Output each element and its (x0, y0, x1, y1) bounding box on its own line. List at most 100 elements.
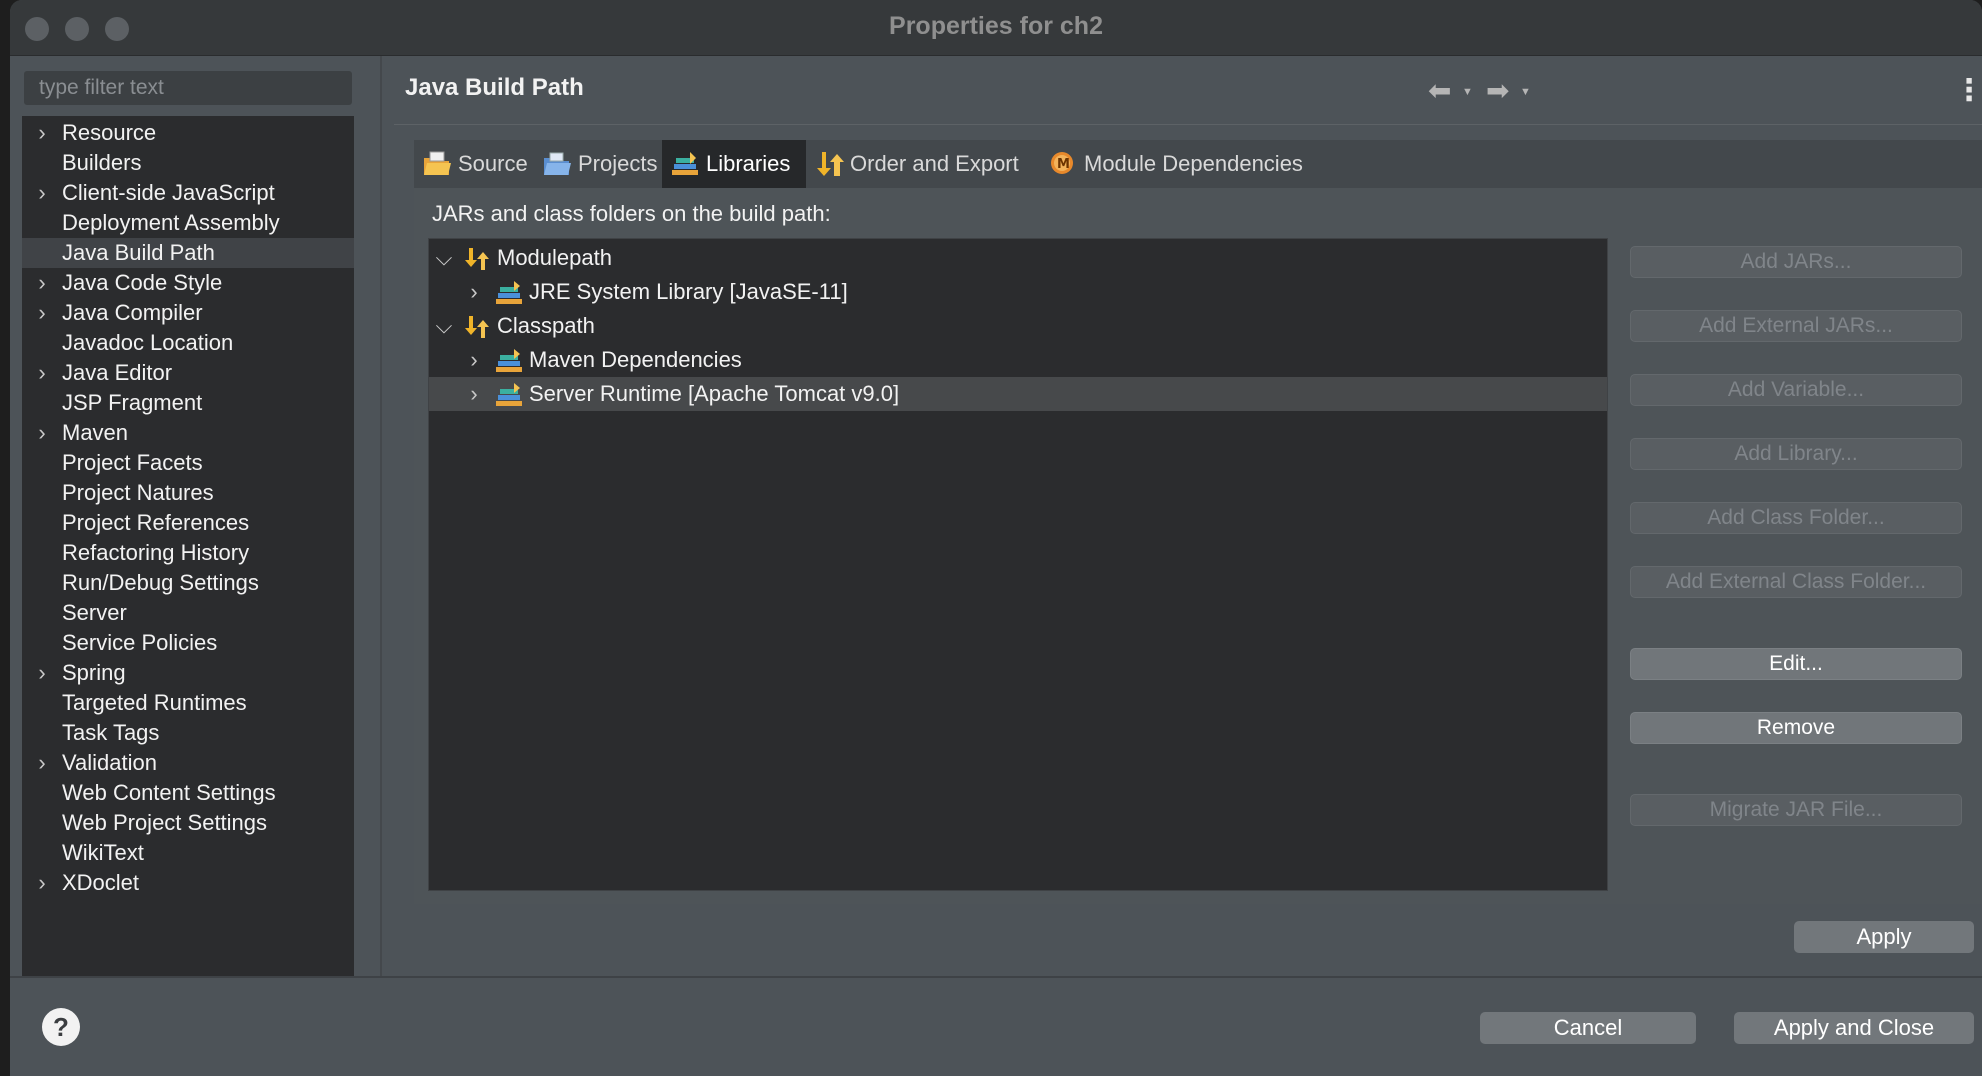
add-external-class-folder-button[interactable]: Add External Class Folder... (1630, 566, 1962, 598)
sidebar-item-java-compiler[interactable]: › Java Compiler (22, 298, 354, 328)
sidebar-item-java-code-style[interactable]: › Java Code Style (22, 268, 354, 298)
header-divider (394, 124, 1982, 125)
sidebar-item-validation[interactable]: › Validation (22, 748, 354, 778)
remove-button[interactable]: Remove (1630, 712, 1962, 744)
sidebar-item-project-facets[interactable]: Project Facets (22, 448, 354, 478)
chevron-right-icon[interactable]: › (32, 178, 52, 208)
sidebar-item-client-side-javascript[interactable]: › Client-side JavaScript (22, 178, 354, 208)
title-bar: Properties for ch2 (10, 0, 1982, 56)
sidebar-item-jsp-fragment[interactable]: JSP Fragment (22, 388, 354, 418)
sidebar-item-java-build-path[interactable]: Java Build Path (22, 238, 354, 268)
filter-input[interactable] (24, 71, 352, 105)
libraries-icon (672, 152, 698, 175)
sidebar-item-spring[interactable]: › Spring (22, 658, 354, 688)
sidebar-item-xdoclet[interactable]: › XDoclet (22, 868, 354, 898)
sidebar-item-javadoc-location[interactable]: Javadoc Location (22, 328, 354, 358)
sidebar-item-run-debug-settings[interactable]: Run/Debug Settings (22, 568, 354, 598)
tree-node-label: Modulepath (497, 245, 612, 270)
chevron-right-icon[interactable]: › (32, 268, 52, 298)
sidebar-item-wikitext[interactable]: WikiText (22, 838, 354, 868)
sidebar-item-label: Javadoc Location (62, 330, 234, 355)
tab-bar: Source Projects Libraries Order and Expo… (414, 140, 1982, 188)
edit-button[interactable]: Edit... (1630, 648, 1962, 680)
build-path-tree[interactable]: ⌵ Modulepath › JRE System Library [JavaS… (428, 238, 1608, 891)
tab-module-dependencies[interactable]: M Module Dependencies (1040, 140, 1330, 188)
sidebar-item-label: Refactoring History (62, 540, 250, 565)
back-arrow-icon[interactable]: ⬅ (1428, 74, 1451, 108)
sidebar-item-resource[interactable]: › Resource (22, 118, 354, 148)
sidebar-item-task-tags[interactable]: Task Tags (22, 718, 354, 748)
tree-node-classpath[interactable]: ⌵ Classpath (429, 309, 1607, 343)
chevron-right-icon[interactable]: › (32, 298, 52, 328)
chevron-right-icon[interactable]: › (463, 275, 485, 309)
sidebar-item-service-policies[interactable]: Service Policies (22, 628, 354, 658)
tree-node-maven-dependencies[interactable]: › Maven Dependencies (429, 343, 1607, 377)
tab-libraries[interactable]: Libraries (662, 140, 806, 188)
sidebar-item-project-references[interactable]: Project References (22, 508, 354, 538)
chevron-right-icon[interactable]: › (463, 377, 485, 411)
add-library-button[interactable]: Add Library... (1630, 438, 1962, 470)
sidebar-item-maven[interactable]: › Maven (22, 418, 354, 448)
tab-libraries-label: Libraries (706, 151, 791, 176)
apply-and-close-button[interactable]: Apply and Close (1734, 1012, 1974, 1044)
sidebar-item-java-editor[interactable]: › Java Editor (22, 358, 354, 388)
add-variable-button[interactable]: Add Variable... (1630, 374, 1962, 406)
module-icon: M (1051, 152, 1073, 174)
migrate-jar-file-button[interactable]: Migrate JAR File... (1630, 794, 1962, 826)
tree-node-jre-system-library[interactable]: › JRE System Library [JavaSE-11] (429, 275, 1607, 309)
chevron-right-icon[interactable]: › (463, 343, 485, 377)
tab-projects[interactable]: Projects (534, 140, 662, 188)
add-jars-button[interactable]: Add JARs... (1630, 246, 1962, 278)
chevron-down-icon[interactable]: ⌵ (433, 241, 455, 275)
apply-button[interactable]: Apply (1794, 921, 1974, 953)
sidebar-item-label: Project References (62, 510, 250, 535)
library-icon (496, 349, 522, 372)
chevron-down-icon[interactable]: ⌵ (433, 309, 455, 343)
add-external-jars-button[interactable]: Add External JARs... (1630, 310, 1962, 342)
sidebar-item-web-project-settings[interactable]: Web Project Settings (22, 808, 354, 838)
tab-source-label: Source (458, 151, 528, 176)
source-folder-icon (424, 151, 451, 175)
tab-source[interactable]: Source (414, 140, 528, 188)
sidebar-item-label: Java Editor (62, 360, 173, 385)
sidebar-item-targeted-runtimes[interactable]: Targeted Runtimes (22, 688, 354, 718)
sidebar-item-label: Web Content Settings (62, 780, 276, 805)
sidebar-item-server[interactable]: Server (22, 598, 354, 628)
forward-arrow-icon[interactable]: ➡ (1486, 74, 1509, 108)
sidebar-item-label: XDoclet (62, 870, 140, 895)
back-dropdown-icon[interactable]: ▼ (1462, 86, 1473, 98)
chevron-right-icon[interactable]: › (32, 418, 52, 448)
tree-node-modulepath[interactable]: ⌵ Modulepath (429, 241, 1607, 275)
sidebar-item-project-natures[interactable]: Project Natures (22, 478, 354, 508)
forward-dropdown-icon[interactable]: ▼ (1520, 86, 1531, 98)
view-menu-icon[interactable]: ⋮ (1954, 74, 1982, 108)
sidebar-item-builders[interactable]: Builders (22, 148, 354, 178)
add-class-folder-button[interactable]: Add Class Folder... (1630, 502, 1962, 534)
chevron-right-icon[interactable]: › (32, 658, 52, 688)
sidebar-item-label: Validation (62, 750, 157, 775)
window-title: Properties for ch2 (889, 12, 1103, 40)
cancel-button[interactable]: Cancel (1480, 1012, 1696, 1044)
tree-node-label: JRE System Library [JavaSE-11] (529, 279, 848, 304)
sidebar-item-refactoring-history[interactable]: Refactoring History (22, 538, 354, 568)
sidebar-item-label: Builders (62, 150, 142, 175)
svg-text:M: M (1057, 157, 1070, 172)
sidebar-item-deployment-assembly[interactable]: Deployment Assembly (22, 208, 354, 238)
chevron-right-icon[interactable]: › (32, 118, 52, 148)
tab-order-and-export-label: Order and Export (850, 151, 1019, 176)
path-arrows-icon (465, 248, 489, 270)
properties-dialog: Properties for ch2 › Resource Builders › Cli… (10, 0, 1982, 1076)
sidebar-item-label: Project Facets (62, 450, 203, 475)
help-icon[interactable]: ? (42, 1008, 80, 1046)
path-arrows-icon (465, 316, 489, 338)
tree-node-server-runtime[interactable]: › Server Runtime [Apache Tomcat v9.0] (429, 377, 1607, 411)
chevron-right-icon[interactable]: › (32, 358, 52, 388)
sidebar-item-label: Maven (62, 420, 129, 445)
tab-order-and-export[interactable]: Order and Export (806, 140, 1040, 188)
sidebar-item-web-content-settings[interactable]: Web Content Settings (22, 778, 354, 808)
sidebar-item-label: Project Natures (62, 480, 214, 505)
sidebar-tree[interactable]: › Resource Builders › Client-side JavaScript… (22, 116, 354, 976)
chevron-right-icon[interactable]: › (32, 868, 52, 898)
sidebar-item-label: JSP Fragment (62, 390, 203, 415)
chevron-right-icon[interactable]: › (32, 748, 52, 778)
